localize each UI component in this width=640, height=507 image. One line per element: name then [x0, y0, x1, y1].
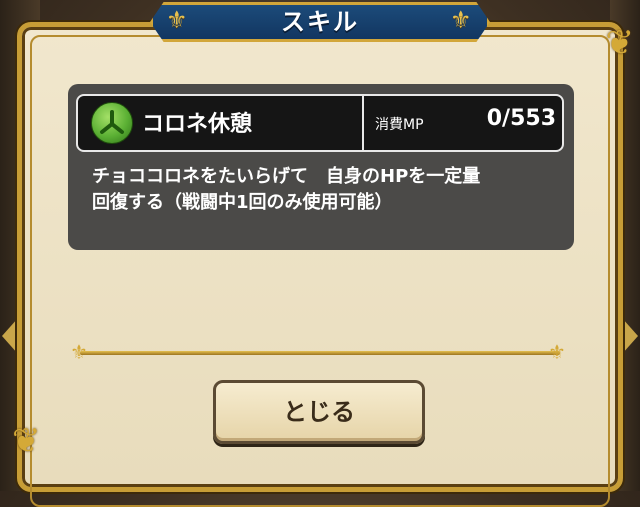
corner-ornament-icon: ❦	[12, 421, 41, 461]
corner-ornament-icon: ❦	[605, 23, 635, 63]
fleur-de-lis-icon: ⚜	[548, 340, 566, 364]
close-button[interactable]: とじる	[213, 380, 425, 444]
skill-description: チョココロネをたいらげて 自身のHPを一定量 回復する（戦闘中1回のみ使用可能）	[92, 166, 481, 213]
mp-cost-label: 消費MP	[375, 117, 424, 133]
dialog-title: スキル	[281, 8, 359, 36]
skill-name: コロネ休憩	[142, 112, 253, 137]
tri-branch-icon	[91, 102, 133, 144]
ornamental-divider	[80, 351, 560, 355]
right-arrow-icon	[622, 318, 638, 354]
header-divider	[362, 96, 364, 150]
mp-cost-value: 0/553	[486, 106, 556, 131]
left-arrow-icon	[2, 318, 18, 354]
